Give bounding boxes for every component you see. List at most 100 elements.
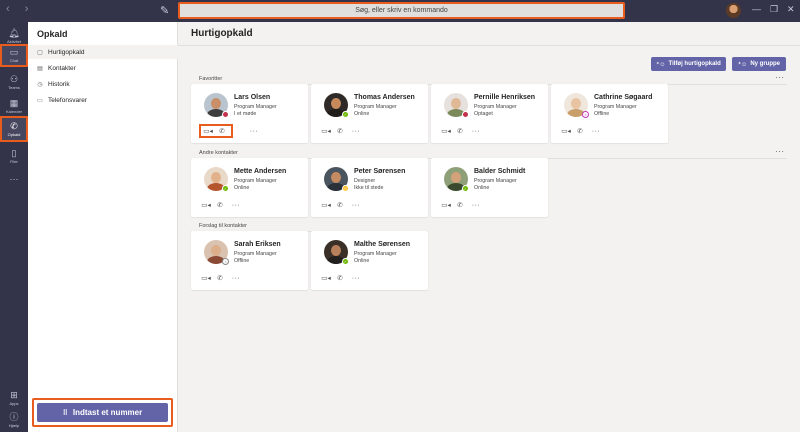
close-icon[interactable]: ✕ xyxy=(787,4,795,15)
call-actions: ▭◂ ✆ ··· xyxy=(319,271,363,285)
audio-call-icon[interactable]: ✆ xyxy=(333,125,347,137)
video-call-icon[interactable]: ▭◂ xyxy=(199,199,213,211)
add-group-icon: ⁺☺ xyxy=(738,61,748,68)
presence-available-icon: ✓ xyxy=(462,185,469,192)
dial-number-button[interactable]: ⠿ Indtast et nummer xyxy=(37,403,168,422)
new-group-button[interactable]: ⁺☺ Ny gruppe xyxy=(732,57,786,71)
contact-card-sarah-eriksen[interactable]: × Sarah Eriksen Program Manager Offline … xyxy=(191,231,308,290)
call-actions: ▭◂ ✆ ··· xyxy=(199,271,243,285)
contact-card-thomas-andersen[interactable]: ✓ Thomas Andersen Program Manager Online… xyxy=(311,84,428,143)
contact-card-lars-olsen[interactable]: Lars Olsen Program Manager I et møde ▭◂ … xyxy=(191,84,308,143)
rail-help[interactable]: ⓘ Hjælp xyxy=(0,408,28,432)
presence-offline-icon: × xyxy=(222,258,229,265)
video-call-icon[interactable]: ▭◂ xyxy=(201,125,215,137)
rail-calendar[interactable]: ▦ Kalender xyxy=(0,94,28,118)
card-more-actions: ··· xyxy=(245,124,261,138)
rail-files[interactable]: ▯ Filer xyxy=(0,144,28,168)
dialpad-icon: ⠿ xyxy=(62,409,68,417)
teams-icon: ⚇ xyxy=(9,73,19,84)
contact-card-cathrine-sogaard[interactable]: × Cathrine Søgaard Program Manager Offli… xyxy=(551,84,668,143)
sidebar-item-voicemail[interactable]: ▭ Telefonsvarer xyxy=(28,93,178,107)
minimize-icon[interactable]: — xyxy=(752,4,761,14)
sidebar-title: Opkald xyxy=(37,29,68,39)
audio-call-icon[interactable]: ✆ xyxy=(215,125,229,137)
call-actions: ▭◂ ✆ ··· xyxy=(319,198,363,212)
rail-chat[interactable]: ▭ Chat xyxy=(0,44,28,67)
call-actions-highlight: ▭◂ ✆ xyxy=(199,124,233,138)
nav-arrows[interactable]: ‹ › xyxy=(6,3,34,15)
section-more-favorites[interactable]: ··· xyxy=(775,73,785,82)
more-options-icon[interactable]: ··· xyxy=(349,125,363,137)
more-options-icon[interactable]: ··· xyxy=(247,125,261,137)
rail-apps[interactable]: ⊞ Apps xyxy=(0,386,28,410)
profile-avatar[interactable] xyxy=(726,3,741,18)
speed-dial-icon: ▢ xyxy=(37,49,43,56)
audio-call-icon[interactable]: ✆ xyxy=(333,272,347,284)
rail-more[interactable]: ··· xyxy=(0,167,28,191)
video-call-icon[interactable]: ▭◂ xyxy=(559,125,573,137)
video-call-icon[interactable]: ▭◂ xyxy=(439,199,453,211)
sidebar-item-speed-dial[interactable]: ▢ Hurtigopkald xyxy=(28,45,178,59)
apps-icon: ⊞ xyxy=(10,389,18,400)
sidebar-item-contacts[interactable]: ▤ Kontakter xyxy=(28,61,178,75)
audio-call-icon[interactable]: ✆ xyxy=(453,199,467,211)
presence-offline-icon: × xyxy=(582,111,589,118)
call-actions: ▭◂ ✆ ··· xyxy=(439,124,483,138)
calendar-icon: ▦ xyxy=(9,97,19,108)
audio-call-icon[interactable]: ✆ xyxy=(573,125,587,137)
more-options-icon[interactable]: ··· xyxy=(469,125,483,137)
rail-calls[interactable]: ✆ Opkald xyxy=(0,116,28,142)
contacts-icon: ▤ xyxy=(37,65,43,72)
section-more-other-contacts[interactable]: ··· xyxy=(775,147,785,156)
voicemail-icon: ▭ xyxy=(37,97,43,104)
contact-card-peter-sorensen[interactable]: ◷ Peter Sørensen Designer Ikke til stede… xyxy=(311,158,428,217)
more-options-icon[interactable]: ··· xyxy=(229,272,243,284)
section-label-favorites: Favoritter xyxy=(199,76,223,82)
section-label-suggested-contacts: Forslag til kontakter xyxy=(199,223,247,229)
chat-icon: ▭ xyxy=(9,47,19,57)
contact-card-balder-schmidt[interactable]: ✓ Balder Schmidt Program Manager Online … xyxy=(431,158,548,217)
video-call-icon[interactable]: ▭◂ xyxy=(199,272,213,284)
sidebar-item-history[interactable]: ◷ Historik xyxy=(28,77,178,91)
call-actions: ▭◂ ✆ ··· xyxy=(319,124,363,138)
audio-call-icon[interactable]: ✆ xyxy=(213,272,227,284)
header-divider xyxy=(178,45,800,46)
compose-icon[interactable]: ✎ xyxy=(160,4,172,17)
add-contact-icon: ⁺☺ xyxy=(656,61,666,68)
title-bar: ‹ › ✎ Søg, eller skriv en kommando — ❐ ✕ xyxy=(0,0,800,22)
presence-available-icon: ✓ xyxy=(342,258,349,265)
phone-icon: ✆ xyxy=(10,120,18,131)
audio-call-icon[interactable]: ✆ xyxy=(453,125,467,137)
contact-card-pernille-henriksen[interactable]: Pernille Henriksen Program Manager Optag… xyxy=(431,84,548,143)
video-call-icon[interactable]: ▭◂ xyxy=(319,272,333,284)
maximize-icon[interactable]: ❐ xyxy=(770,4,778,15)
history-icon: ◷ xyxy=(37,81,43,88)
video-call-icon[interactable]: ▭◂ xyxy=(319,199,333,211)
contact-card-malthe-sorensen[interactable]: ✓ Malthe Sørensen Program Manager Online… xyxy=(311,231,428,290)
rail-teams[interactable]: ⚇ Teams xyxy=(0,70,28,94)
presence-available-icon: ✓ xyxy=(342,111,349,118)
call-actions: ▭◂ ✆ ··· xyxy=(199,198,243,212)
presence-busy-icon xyxy=(462,111,469,118)
presence-away-icon: ◷ xyxy=(342,185,349,192)
audio-call-icon[interactable]: ✆ xyxy=(213,199,227,211)
dial-pad-highlight: ⠿ Indtast et nummer xyxy=(32,398,173,427)
video-call-icon[interactable]: ▭◂ xyxy=(319,125,333,137)
more-options-icon[interactable]: ··· xyxy=(229,199,243,211)
file-icon: ▯ xyxy=(11,147,17,158)
presence-busy-icon xyxy=(222,111,229,118)
video-call-icon[interactable]: ▭◂ xyxy=(439,125,453,137)
page-title: Hurtigopkald xyxy=(191,28,253,39)
add-speed-dial-button[interactable]: ⁺☺ Tilføj hurtigopkald xyxy=(651,57,726,71)
section-label-other-contacts: Andre kontakter xyxy=(199,150,238,156)
more-options-icon[interactable]: ··· xyxy=(349,272,363,284)
more-options-icon[interactable]: ··· xyxy=(589,125,603,137)
more-options-icon[interactable]: ··· xyxy=(469,199,483,211)
more-icon: ··· xyxy=(9,174,19,184)
search-input[interactable]: Søg, eller skriv en kommando xyxy=(178,2,625,19)
contact-card-mette-andersen[interactable]: ✓ Mette Andersen Program Manager Online … xyxy=(191,158,308,217)
more-options-icon[interactable]: ··· xyxy=(349,199,363,211)
bell-icon: 🔔︎ xyxy=(8,27,20,38)
audio-call-icon[interactable]: ✆ xyxy=(333,199,347,211)
call-actions: ▭◂ ✆ ··· xyxy=(439,198,483,212)
